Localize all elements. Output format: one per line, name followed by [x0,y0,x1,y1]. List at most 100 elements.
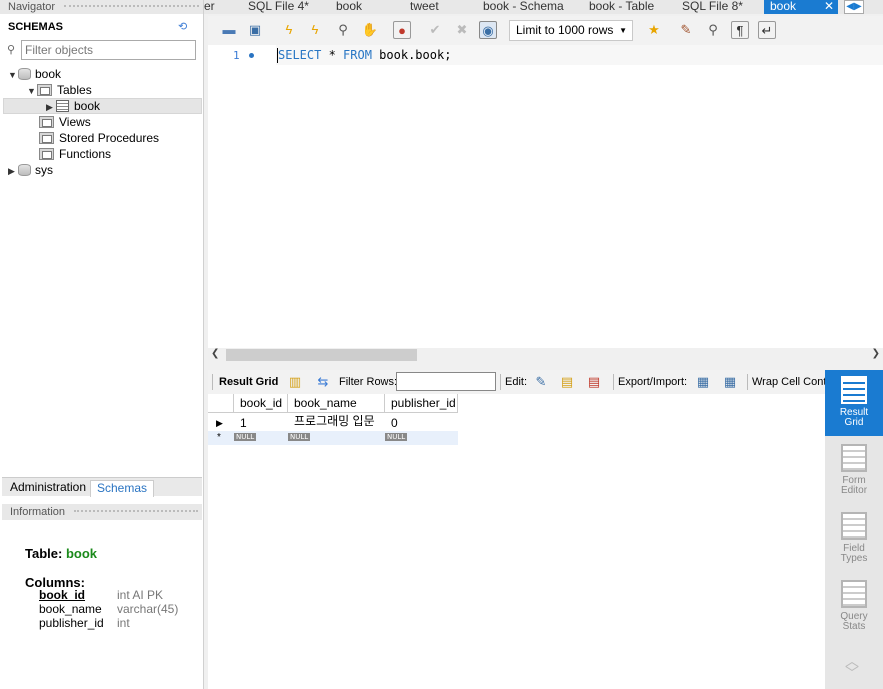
tab-tweet[interactable]: tweet [410,0,470,14]
chevron-down-icon: ▼ [619,26,627,35]
editor-tab-bar: er SQL File 4* book tweet book - Schema … [204,0,883,14]
tab-sql-file-8[interactable]: SQL File 8* [682,0,762,14]
delete-row-icon[interactable]: ▤ [585,373,603,391]
new-row-marker-icon: * [217,432,221,443]
tab-label: book [770,0,797,13]
tree-label: sys [35,163,53,177]
scroll-down-icon[interactable]: ︿ ﹀ [845,654,859,680]
result-grid-button[interactable]: Result Grid [825,370,883,436]
save-icon[interactable]: ▣ [246,21,264,39]
rollback-icon[interactable]: ✖ [453,21,471,39]
sql-keyword: SELECT [278,48,322,62]
schemas-header: SCHEMAS [8,21,64,33]
column-header[interactable]: book_name [288,394,385,413]
toggle-error-icon[interactable]: ● [393,21,411,39]
tree-label: Tables [57,83,92,97]
tree-table-book[interactable]: ▶ book [46,98,100,114]
tab-er[interactable]: er [204,0,234,14]
editor-horizontal-scrollbar[interactable]: ❮ ❯ [208,348,883,362]
wrap-cell-label[interactable]: Wrap Cell Conte [752,376,833,388]
tree-schema-book[interactable]: ▼ book [8,66,61,82]
tab-sql-file-4[interactable]: SQL File 4* [248,0,328,14]
info-column-name: publisher_id [39,616,104,630]
table-cell[interactable]: 프로그래밍 입문 [288,412,375,430]
tab-book-table[interactable]: book - Table [589,0,669,14]
beautify-icon[interactable]: ✎ [677,21,695,39]
navigator-panel: Navigator SCHEMAS ⟲ ⚲ ▼ book ▼ Tables ▶ boo… [0,0,204,689]
selected-row-highlight [3,98,202,114]
explain-icon[interactable]: ⚲ [334,21,352,39]
grid-corner [208,394,234,413]
side-label: Editor [840,485,868,496]
tree-schema-sys[interactable]: ▶ sys [8,162,53,178]
column-header[interactable]: publisher_id [385,394,458,413]
field-types-button[interactable]: Field Types [825,506,883,572]
field-types-icon [841,512,867,540]
tab-book[interactable]: book [336,0,396,14]
query-stats-button[interactable]: Query Stats [825,574,883,640]
scroll-left-icon[interactable]: ❮ [211,348,219,359]
form-editor-icon [841,444,867,472]
tab-book-active[interactable]: book ✕ [764,0,838,14]
execute-icon[interactable]: ϟ [280,21,298,39]
info-table: Table: book [25,546,97,561]
tree-tables[interactable]: ▼ Tables [27,82,92,98]
autocommit-icon[interactable]: ◉ [479,21,497,39]
new-row[interactable]: * NULL NULL NULL [208,431,458,445]
tree-views[interactable]: Views [39,114,91,130]
add-row-icon[interactable]: ▤ [558,373,576,391]
table-cell[interactable]: 0 [385,414,398,432]
column-header[interactable]: book_id [234,394,288,413]
import-icon[interactable]: ▦ [721,373,739,391]
execute-current-icon[interactable]: ϟ [306,21,324,39]
collapse-arrow-icon[interactable]: ▼ [8,67,18,83]
separator [613,374,614,390]
sql-editor[interactable]: 1 SELECT * FROM book.book; [208,45,883,348]
form-editor-button[interactable]: Form Editor [825,438,883,504]
tree-label: Stored Procedures [59,131,160,145]
add-snippet-icon[interactable]: ★ [645,21,663,39]
side-label: Stats [842,621,866,632]
stop-icon[interactable]: ✋ [361,21,379,39]
filter-rows-input[interactable] [396,372,496,391]
refresh-icon[interactable]: ⟲ [178,20,190,33]
collapse-arrow-icon[interactable]: ▼ [27,83,37,99]
expand-arrow-icon[interactable]: ▶ [46,99,56,115]
table-icon [56,100,69,112]
tab-navigation-icon[interactable]: ◀▶ [844,0,864,14]
info-table-name: book [65,546,98,561]
information-panel: Table: book Columns: book_id int AI PK b… [2,521,202,689]
refresh-icon[interactable]: ⇆ [314,373,332,391]
filter-objects-input[interactable] [21,40,196,60]
expand-arrow-icon[interactable]: ▶ [8,163,18,179]
result-grid: book_id book_name publisher_id ▶ 1 프로그래밍… [208,394,825,689]
export-icon[interactable]: ▦ [694,373,712,391]
edit-row-icon[interactable]: ✎ [532,373,550,391]
tab-administration[interactable]: Administration [4,480,92,497]
table-cell[interactable]: 1 [234,414,247,432]
filter-rows-label: Filter Rows: [339,376,398,388]
scrollbar-thumb[interactable] [226,349,417,361]
side-label: Grid [844,417,864,428]
commit-icon[interactable]: ✔ [426,21,444,39]
limit-rows-select[interactable]: Limit to 1000 rows ▼ [509,20,633,41]
sql-code[interactable]: SELECT * FROM book.book; [278,48,451,62]
close-icon[interactable]: ✕ [824,0,834,12]
navigator-title: Navigator [0,0,203,14]
scroll-right-icon[interactable]: ❯ [872,348,880,359]
edit-label: Edit: [505,376,528,388]
invisible-chars-icon[interactable]: ¶ [731,21,749,39]
wrap-lines-icon[interactable]: ↵ [758,21,776,39]
tab-schemas[interactable]: Schemas [90,480,155,497]
result-grid-label[interactable]: Result Grid [219,376,278,388]
tree-label: Views [59,115,91,129]
tree-stored-procedures[interactable]: Stored Procedures [39,130,159,146]
sql-toolbar: ▬ ▣ ϟ ϟ ⚲ ✋ ● ✔ ✖ ◉ Limit to 1000 rows ▼… [208,16,883,45]
find-icon[interactable]: ⚲ [704,21,722,39]
tab-book-schema[interactable]: book - Schema [483,0,581,14]
database-icon [18,68,31,80]
tree-functions[interactable]: Functions [39,146,111,162]
sql-text: * [321,48,344,62]
grid-view-icon[interactable]: ▥ [286,373,304,391]
open-file-icon[interactable]: ▬ [220,21,238,39]
